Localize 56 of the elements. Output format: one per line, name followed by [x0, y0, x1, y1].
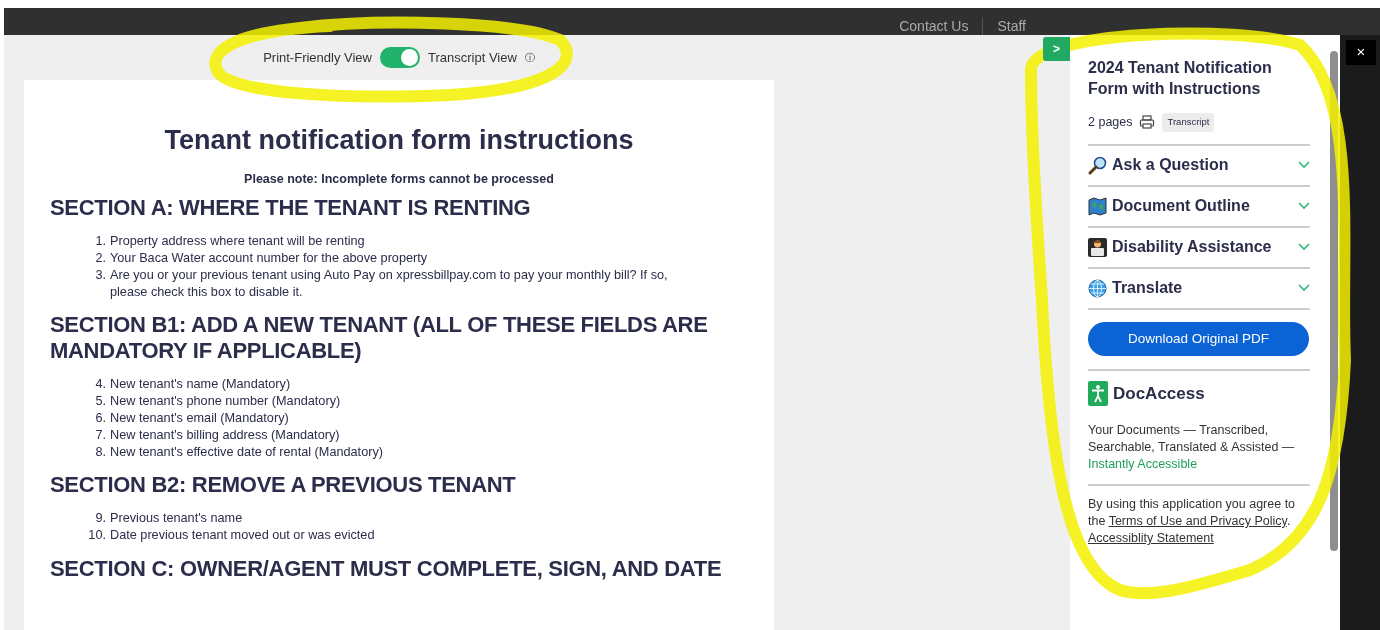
globe-icon	[1088, 278, 1107, 298]
section-heading: SECTION B1: ADD A NEW TENANT (ALL OF THESE FIELDS ARE MANDATORY IF APPLICABLE)	[50, 312, 709, 365]
close-button[interactable]: ×	[1346, 40, 1376, 65]
section-heading: SECTION C: OWNER/AGENT MUST COMPLETE, SIGN, AND DATE	[50, 555, 723, 582]
info-icon[interactable]: ⓘ	[524, 50, 535, 65]
transcript-tag: Transcript	[1162, 113, 1215, 132]
accessibility-logo-icon	[1088, 381, 1108, 406]
view-label: Print-Friendly View	[263, 48, 372, 67]
item-number: 4.	[94, 376, 107, 394]
item-number: 10.	[87, 527, 107, 544]
document-title: 2024 Tenant Notification Form with Instructions	[1088, 58, 1273, 99]
brand-name: DocAccess	[1113, 382, 1205, 405]
accordion-toggle[interactable]: Translate	[1088, 268, 1310, 310]
nav-link[interactable]: Staff	[983, 17, 1040, 35]
document-note: Please note: Incomplete forms cannot be processed	[243, 171, 555, 189]
legal-link[interactable]: Accessiblity Statement	[1088, 531, 1214, 546]
chevron-down-icon	[1298, 202, 1310, 211]
document-title: Tenant notification form instructions	[163, 124, 635, 157]
item-number: 3.	[94, 266, 107, 284]
item-number: 9.	[94, 510, 107, 528]
item-number: 5.	[94, 393, 107, 410]
item-number: 8.	[94, 443, 107, 461]
chevron-down-icon	[1298, 284, 1310, 293]
item-text: Are you or your previous tenant using Auto Pay on xpressbillpay.com to pay your monthly bill? If so, please check this box to disable it.	[110, 266, 669, 301]
section-heading: SECTION A: WHERE THE TENANT IS RENTING	[50, 195, 532, 222]
item-text: Your Baca Water account number for the above property	[110, 249, 428, 267]
magnifier-icon	[1088, 155, 1107, 175]
view-switch[interactable]	[380, 47, 420, 68]
accordion-toggle[interactable]: Disability Assistance	[1088, 227, 1310, 269]
printer-icon	[1139, 115, 1156, 130]
scrollbar[interactable]	[1330, 51, 1338, 551]
item-text: Property address where tenant will be renting	[110, 233, 365, 250]
item-text: New tenant's phone number (Mandatory)	[110, 393, 341, 410]
accordion-toggle[interactable]: Document Outline	[1088, 186, 1310, 228]
download-button[interactable]: Download Original PDF	[1088, 321, 1309, 356]
page-count: 2 pages	[1088, 114, 1133, 131]
item-number: 2.	[94, 249, 107, 267]
item-text: New tenant's billing address (Mandatory)	[110, 426, 340, 444]
item-number: 7.	[94, 426, 107, 444]
item-text: New tenant's effective date of rental (Mandatory)	[110, 443, 383, 461]
map-icon	[1088, 196, 1107, 216]
legal-text: By using this application you agree to the Terms of Use and Privacy Policy. Accessiblity Statement	[1088, 496, 1297, 548]
item-text: Date previous tenant moved out or was evicted	[110, 527, 375, 544]
item-number: 6.	[94, 409, 107, 427]
chevron-down-icon	[1298, 161, 1310, 170]
accordion-toggle[interactable]: Ask a Question	[1088, 145, 1310, 187]
item-text: New tenant's name (Mandatory)	[110, 376, 291, 394]
view-label: Transcript View	[428, 48, 517, 67]
item-text: New tenant's email (Mandatory)	[110, 409, 289, 427]
section-heading: SECTION B2: REMOVE A PREVIOUS TENANT	[50, 472, 517, 499]
item-number: 1.	[94, 233, 107, 250]
tagline-text: Your Documents — Transcribed, Searchable, Translated & Assisted — Instantly Accessible	[1088, 422, 1310, 487]
legal-link[interactable]: Terms of Use and Privacy Policy	[1108, 514, 1287, 529]
person-laptop-icon	[1088, 237, 1107, 257]
chevron-down-icon	[1298, 243, 1310, 252]
item-text: Previous tenant's name	[110, 510, 243, 528]
